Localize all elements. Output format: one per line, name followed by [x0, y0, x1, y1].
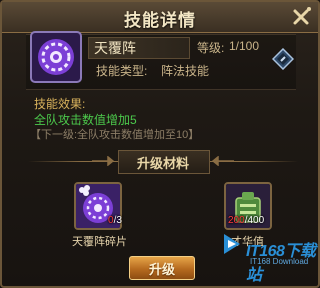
materials-title: 升级材料 [136, 156, 189, 171]
ornament-left-icon [92, 156, 114, 166]
skill-type-value: 阵法技能 [161, 64, 210, 78]
effect-title: 技能效果: [34, 97, 86, 111]
level-value: 1/100 [229, 39, 260, 53]
level-label: 等级: [197, 41, 225, 55]
upgrade-button-label: 升级 [148, 262, 175, 277]
diamond-info-icon[interactable] [272, 48, 294, 70]
fragment-count: 0/3 [108, 215, 122, 226]
panel-title: 技能详情 [124, 11, 196, 30]
skill-name: 天覆阵 [94, 40, 136, 56]
talent-count: 200/400 [228, 215, 265, 226]
skill-detail-panel: 技能详情 天覆阵 等级: 1/100 技能类型: 阵法技能 技能效果: 全队攻击… [0, 0, 320, 288]
watermark-sub: IT168 Download [250, 257, 309, 266]
effect-next-level: 【下一级:全队攻击数值增加至10】 [30, 129, 200, 141]
skill-type-label: 技能类型: [96, 64, 148, 78]
material-name-fragment: 天覆阵碎片 [72, 236, 127, 248]
watermark-logo-icon [224, 234, 240, 254]
skill-formation-icon [30, 31, 82, 83]
ornament-right-icon [212, 156, 234, 166]
close-icon[interactable] [289, 5, 313, 29]
